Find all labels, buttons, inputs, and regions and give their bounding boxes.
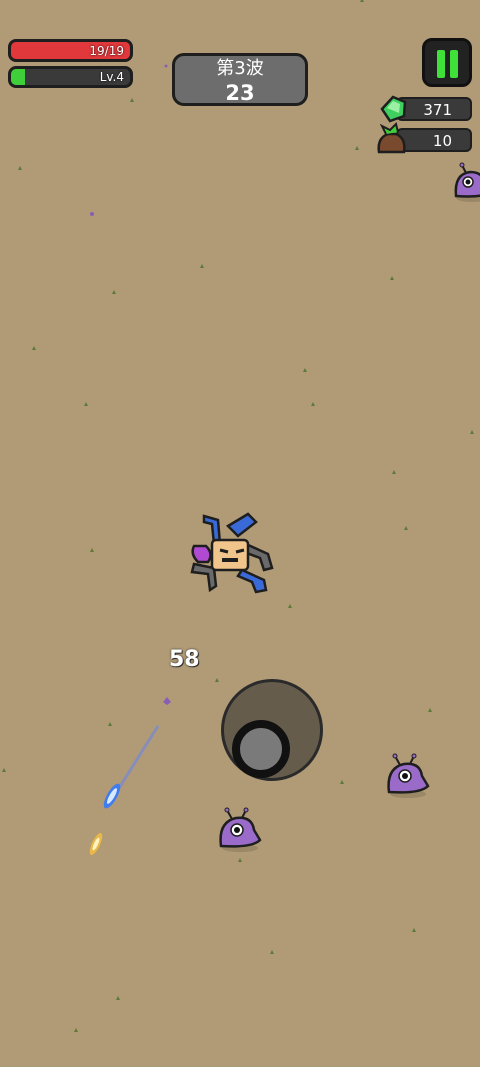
level-text: Lv.4	[99, 70, 124, 84]
gem-count: 371	[423, 101, 452, 119]
gem-icon	[380, 95, 407, 123]
pause-button[interactable]	[422, 38, 472, 87]
health-text: 19/19	[89, 43, 124, 58]
xp-fill	[11, 69, 26, 85]
wave-label: 第3波	[216, 58, 264, 79]
bag-icon	[377, 122, 406, 154]
player-character	[190, 512, 274, 594]
enemy-slug-bottom	[219, 807, 262, 852]
enemy-slug-topright	[454, 162, 480, 202]
wave-timer: 23	[225, 81, 255, 105]
wave-panel: 第3波 23	[172, 53, 308, 106]
projectiles	[89, 725, 160, 856]
xp-bar: Lv.4	[8, 66, 133, 88]
damage-number: 58	[169, 647, 200, 672]
small-debris	[163, 697, 171, 705]
health-bar: 19/19	[8, 39, 133, 62]
joystick-knob[interactable]	[232, 720, 290, 778]
enemy-slug-right	[387, 753, 430, 798]
bag-count: 10	[432, 132, 452, 150]
